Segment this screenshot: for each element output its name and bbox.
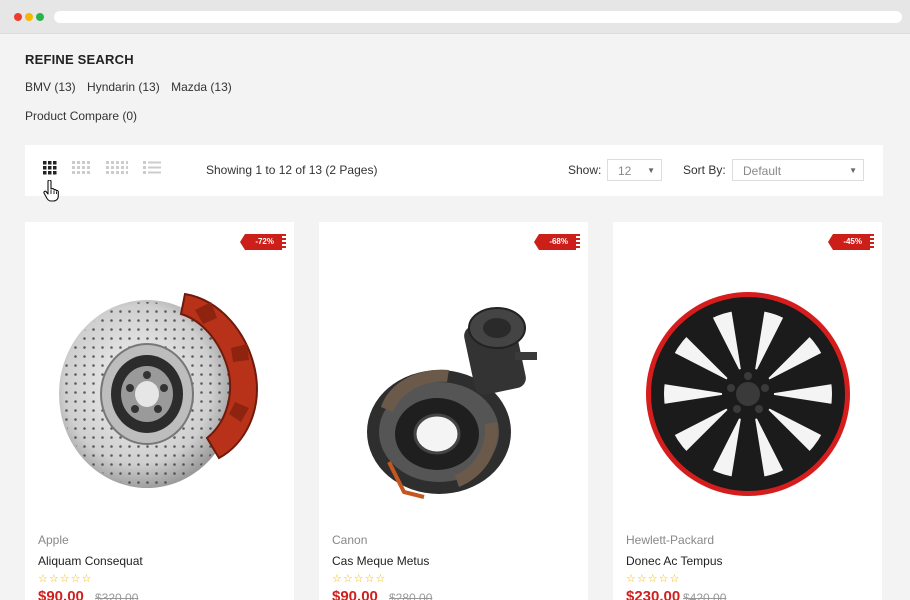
sort-by-label: Sort By:: [683, 163, 726, 177]
address-bar[interactable]: [54, 11, 902, 23]
show-label: Show:: [568, 163, 602, 177]
minimize-window-button[interactable]: [25, 13, 33, 21]
hand-cursor-icon: [43, 180, 59, 202]
sort-by-value: Default: [743, 164, 782, 178]
product-card[interactable]: -72% Apple Aliquam Consequat ☆☆☆☆☆ $90.0…: [25, 222, 294, 600]
rating-stars: ☆☆☆☆☆: [626, 573, 681, 585]
list-icon: [143, 161, 161, 174]
maximize-window-button[interactable]: [36, 13, 44, 21]
product-card[interactable]: -68% Canon Cas Meque Metus ☆☆☆☆☆ $90.00 …: [319, 222, 588, 600]
chevron-down-icon: ▼: [647, 166, 655, 175]
product-brand[interactable]: Canon: [332, 533, 367, 547]
product-compare-link[interactable]: Product Compare (0): [25, 109, 137, 123]
product-price: $90.00: [332, 588, 378, 600]
product-old-price: $320.00: [95, 591, 139, 600]
refine-link-bmv[interactable]: BMV (13): [25, 80, 76, 94]
product-card[interactable]: -45% Hewlett-Packard Donec Ac Tempus ☆☆☆…: [613, 222, 882, 600]
listing-toolbar: Showing 1 to 12 of 13 (2 Pages) Show: 12…: [25, 145, 883, 202]
product-old-price: $420.00: [683, 591, 727, 600]
close-window-button[interactable]: [14, 13, 22, 21]
product-brand[interactable]: Apple: [38, 533, 69, 547]
page-content: REFINE SEARCH BMV (13) Hyndarin (13) Maz…: [0, 34, 910, 600]
wheel-cover-image: [646, 292, 850, 496]
grid-4-view-button[interactable]: [72, 161, 92, 179]
product-name[interactable]: Cas Meque Metus: [332, 554, 429, 568]
product-image[interactable]: [623, 262, 872, 522]
show-per-page-select[interactable]: 12 ▼: [607, 159, 662, 181]
grid-4-icon: [72, 161, 90, 174]
product-old-price: $280.00: [389, 591, 433, 600]
discount-badge: -68%: [534, 234, 580, 250]
product-image[interactable]: [329, 262, 578, 522]
product-price: $90.00: [38, 588, 84, 600]
discount-badge: -45%: [828, 234, 874, 250]
sort-by-select[interactable]: Default ▼: [732, 159, 864, 181]
list-view-button[interactable]: [143, 161, 163, 179]
refine-link-hyndarin[interactable]: Hyndarin (13): [87, 80, 160, 94]
discount-badge: -72%: [240, 234, 286, 250]
product-name[interactable]: Aliquam Consequat: [38, 554, 143, 568]
results-count: Showing 1 to 12 of 13 (2 Pages): [206, 163, 378, 177]
product-image[interactable]: [35, 262, 284, 522]
brake-disc-image: [59, 292, 258, 488]
browser-chrome: [0, 0, 910, 34]
product-brand[interactable]: Hewlett-Packard: [626, 533, 714, 547]
refine-links: BMV (13) Hyndarin (13) Mazda (13): [25, 80, 240, 94]
refine-link-mazda[interactable]: Mazda (13): [171, 80, 232, 94]
grid-3-view-button[interactable]: [43, 161, 63, 179]
show-per-page-value: 12: [618, 164, 632, 178]
grid-3-icon: [43, 161, 57, 175]
rating-stars: ☆☆☆☆☆: [332, 573, 387, 585]
grid-5-view-button[interactable]: [106, 161, 128, 179]
product-price: $230.00: [626, 588, 681, 600]
refine-search-title: REFINE SEARCH: [25, 52, 134, 67]
chevron-down-icon: ▼: [849, 166, 857, 175]
grid-5-icon: [106, 161, 128, 174]
product-name[interactable]: Donec Ac Tempus: [626, 554, 723, 568]
drum-brake-image: [367, 307, 537, 499]
rating-stars: ☆☆☆☆☆: [38, 573, 93, 585]
